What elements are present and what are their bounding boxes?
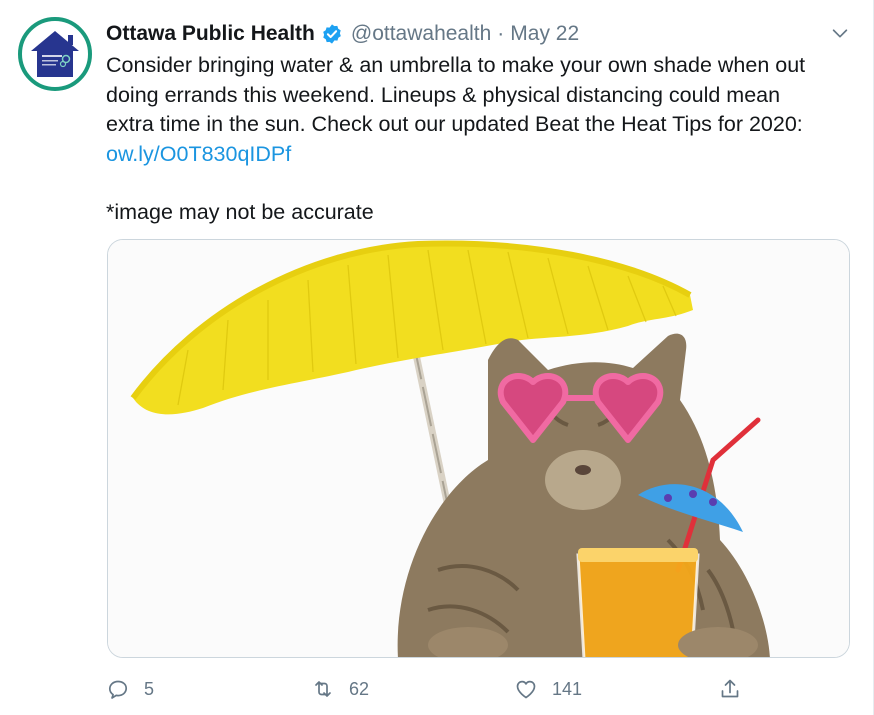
tweet-text-line: doing errands this weekend. Lineups & ph… bbox=[106, 82, 781, 107]
heart-icon bbox=[516, 680, 536, 699]
author-handle[interactable]: @ottawahealth bbox=[351, 22, 491, 46]
tweet-text-line: Consider bringing water & an umbrella to… bbox=[106, 53, 806, 77]
verified-badge-icon bbox=[321, 23, 343, 45]
separator-dot: · bbox=[497, 22, 505, 45]
tweet-note: *image may not be accurate bbox=[106, 200, 374, 224]
retweet-button[interactable]: 62 bbox=[311, 674, 369, 704]
tweet-text: Consider bringing water & an umbrella to… bbox=[106, 51, 856, 228]
author-name[interactable]: Ottawa Public Health bbox=[106, 22, 315, 46]
tweet-link[interactable]: ow.ly/O0T830qIDPf bbox=[106, 140, 856, 170]
tweet-text-line: extra time in the sun. Check out our upd… bbox=[106, 112, 803, 136]
reply-button[interactable]: 5 bbox=[106, 674, 154, 704]
tweet-image[interactable] bbox=[107, 239, 850, 658]
share-button[interactable] bbox=[718, 674, 742, 704]
reply-count: 5 bbox=[144, 678, 155, 699]
tweet-actions: 5 62 141 bbox=[106, 674, 746, 704]
tweet-date[interactable]: May 22 bbox=[510, 22, 579, 46]
like-count: 141 bbox=[552, 678, 583, 699]
ottawa-house-logo-icon bbox=[31, 31, 79, 77]
reply-icon bbox=[108, 680, 128, 699]
tweet-header: Ottawa Public Health @ottawahealth · May… bbox=[106, 20, 579, 48]
tweet-card[interactable]: Ottawa Public Health @ottawahealth · May… bbox=[0, 0, 874, 715]
cat-umbrella-illustration bbox=[108, 240, 849, 657]
avatar[interactable] bbox=[18, 17, 92, 91]
chevron-down-icon[interactable] bbox=[829, 22, 851, 44]
retweet-icon bbox=[315, 681, 331, 697]
like-button[interactable]: 141 bbox=[514, 674, 582, 704]
retweet-count: 62 bbox=[349, 678, 370, 699]
share-icon bbox=[721, 679, 739, 698]
